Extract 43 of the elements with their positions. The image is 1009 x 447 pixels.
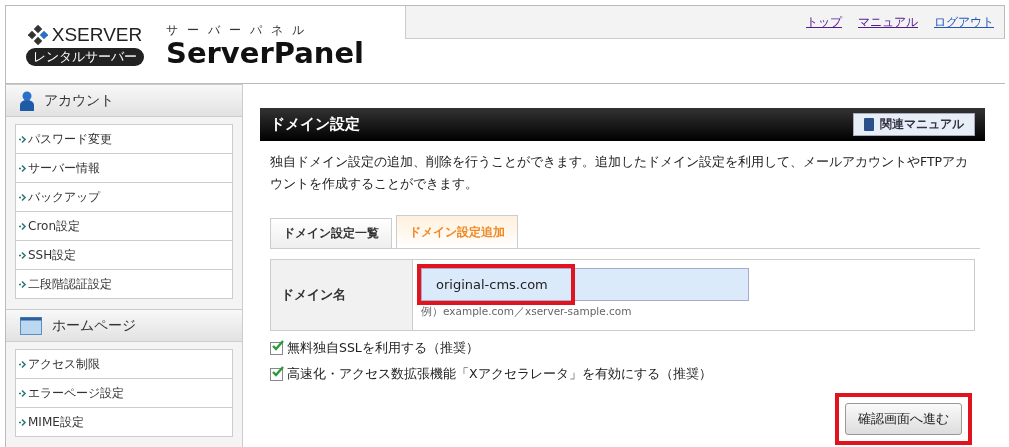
- arrow-icon: [18, 163, 27, 173]
- description: 独自ドメイン設定の追加、削除を行うことができます。追加したドメイン設定を利用して、メールアカウントやFTPアカウントを作成することができます。: [270, 153, 970, 193]
- arrow-icon: [18, 417, 27, 427]
- header-link[interactable]: トップ: [806, 13, 842, 31]
- sidebar-item[interactable]: アクセス制限: [16, 350, 232, 379]
- manual-button[interactable]: 関連マニュアル: [853, 113, 975, 136]
- diamond-logo-icon: [27, 24, 48, 45]
- option-label: 無料独自SSLを利用する（推奨）: [287, 340, 479, 357]
- arrow-icon: [18, 250, 27, 260]
- header-link[interactable]: ログアウト: [934, 13, 994, 31]
- product-kana: サーバーパネル: [166, 21, 314, 39]
- option-label: 高速化・アクセス数拡張機能「Xアクセラレータ」を有効にする（推奨）: [287, 366, 712, 383]
- person-icon: [20, 90, 34, 111]
- sidebar-item[interactable]: Cron設定: [16, 212, 232, 241]
- arrow-icon: [18, 134, 27, 144]
- confirm-button[interactable]: 確認画面へ進む: [845, 403, 962, 435]
- arrow-icon: [18, 279, 27, 289]
- domain-input-field[interactable]: original-cms.com: [421, 268, 749, 301]
- sidebar-item[interactable]: 二段階認証設定: [16, 270, 232, 298]
- page-title: ドメイン設定: [270, 115, 360, 134]
- checkbox[interactable]: [270, 342, 283, 355]
- tab[interactable]: ドメイン設定一覧: [270, 218, 392, 248]
- arrow-icon: [18, 192, 27, 202]
- sidebar-item[interactable]: エラーページ設定: [16, 379, 232, 408]
- sidebar-item[interactable]: MIME設定: [16, 408, 232, 436]
- product-name: ServerPanel: [166, 38, 365, 68]
- header-link[interactable]: マニュアル: [858, 13, 918, 31]
- checkbox[interactable]: [270, 368, 283, 381]
- brand-badge: レンタルサーバー: [26, 47, 144, 66]
- window-icon: [20, 316, 42, 335]
- arrow-icon: [18, 221, 27, 231]
- sidebar-item[interactable]: バックアップ: [16, 183, 232, 212]
- sidebar-item[interactable]: SSH設定: [16, 241, 232, 270]
- input-hint: 例）example.com／xserver-sample.com: [421, 305, 633, 319]
- sidebar-item[interactable]: パスワード変更: [16, 125, 232, 154]
- arrow-icon: [18, 388, 27, 398]
- brand-name: XSERVER: [51, 23, 143, 46]
- field-label: ドメイン名: [271, 260, 413, 330]
- sidebar-item[interactable]: サーバー情報: [16, 154, 232, 183]
- section-title: アカウント: [44, 91, 114, 110]
- section-title: ホームページ: [52, 316, 136, 335]
- book-icon: [864, 118, 874, 131]
- arrow-icon: [18, 359, 27, 369]
